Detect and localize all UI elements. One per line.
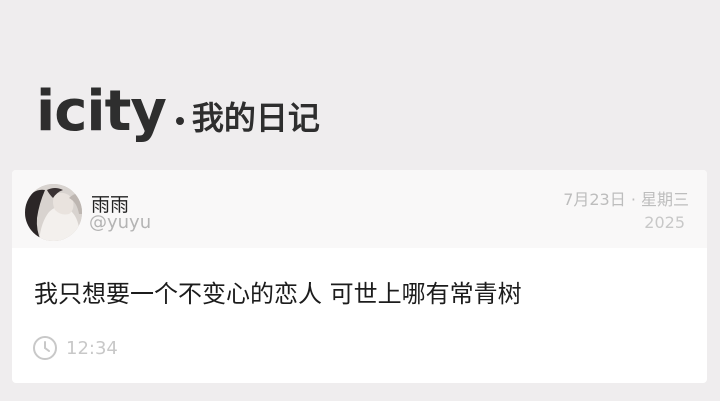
app-header: icity 我的日记 xyxy=(36,80,320,144)
user-handle[interactable]: @yuyu xyxy=(89,212,151,233)
app-logo[interactable]: icity xyxy=(36,84,167,140)
entry-date: 7月23日 · 星期三 xyxy=(563,190,689,209)
avatar[interactable] xyxy=(25,184,82,241)
avatar-image xyxy=(25,184,82,241)
entry-time-label: 12:34 xyxy=(66,337,118,359)
entry-header: 雨雨 @yuyu 7月23日 · 星期三 2025 xyxy=(12,170,707,248)
entry-time: 12:34 xyxy=(32,335,118,361)
page-title: 我的日记 xyxy=(191,99,320,137)
diary-entry-card[interactable]: 雨雨 @yuyu 7月23日 · 星期三 2025 我只想要一个不变心的恋人 可… xyxy=(12,170,707,383)
separator-dot xyxy=(175,117,184,125)
clock-icon xyxy=(33,336,57,360)
entry-year: 2025 xyxy=(644,213,685,232)
entry-content: 我只想要一个不变心的恋人 可世上哪有常青树 xyxy=(34,280,522,308)
